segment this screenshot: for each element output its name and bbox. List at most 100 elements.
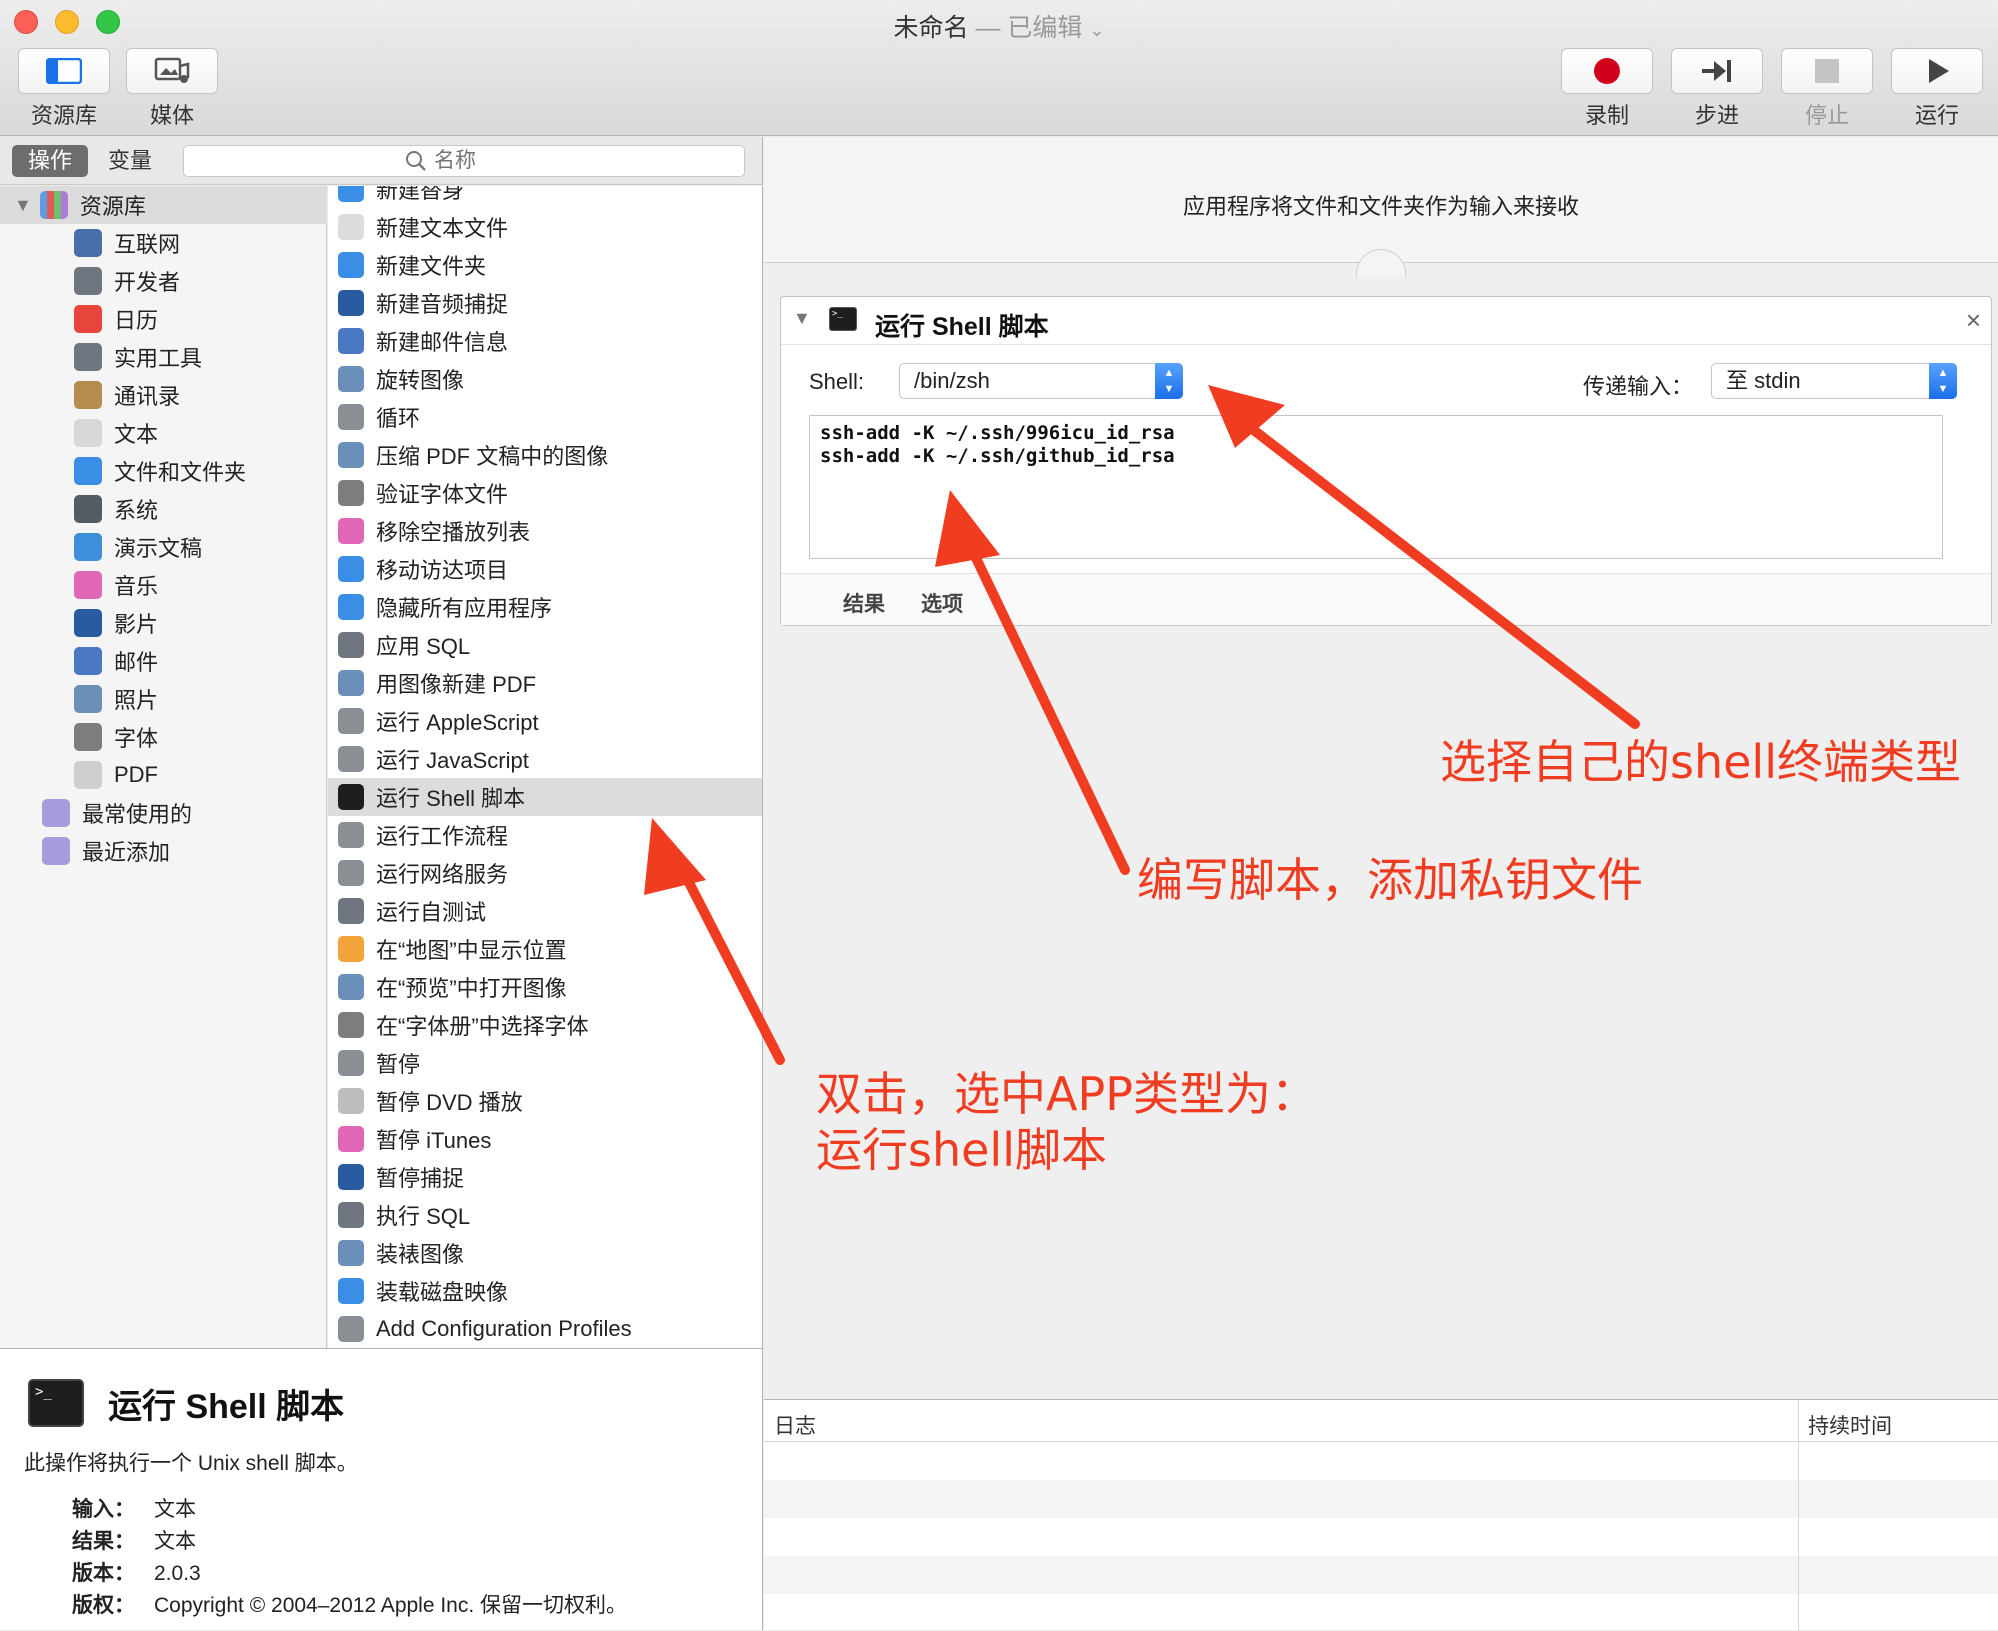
action-item[interactable]: 暂停捕捉 [328,1158,762,1196]
library-item[interactable]: 音乐 [0,566,327,604]
title-toolbar: 未命名 — 已编辑 ⌄ 资源库 媒体 录制 步进 停止 运行 [0,0,1998,136]
action-card-header: ▼ >_ 运行 Shell 脚本 × [781,297,1991,345]
record-button[interactable] [1561,48,1653,94]
action-item[interactable]: 隐藏所有应用程序 [328,588,762,626]
smart-group-item[interactable]: 最常使用的 [0,794,327,832]
options-tab[interactable]: 选项 [921,588,963,618]
disclosure-triangle-icon[interactable]: ▼ [14,195,32,216]
action-item[interactable]: 在“预览”中打开图像 [328,968,762,1006]
tools-icon [74,343,102,371]
action-item[interactable]: 装载磁盘映像 [328,1272,762,1310]
action-item[interactable]: 旋转图像 [328,360,762,398]
library-item[interactable]: 字体 [0,718,327,756]
action-item[interactable]: 运行自测试 [328,892,762,930]
smart-group-item[interactable]: 最近添加 [0,832,327,870]
action-item[interactable]: 应用 SQL [328,626,762,664]
stop-button[interactable] [1781,48,1873,94]
chevron-down-icon[interactable]: ⌄ [1089,20,1104,40]
action-item[interactable]: 新建文本文件 [328,208,762,246]
action-item[interactable]: 新建替身 [328,186,762,208]
action-item-label: 运行工作流程 [376,824,509,849]
log-table: 日志 持续时间 [764,1399,1998,1631]
log-column-header[interactable]: 日志 [774,1410,816,1440]
itunes-icon [338,518,364,544]
terminal-icon: >_ [829,307,857,331]
column-divider[interactable] [1798,1400,1799,1631]
action-item[interactable]: 验证字体文件 [328,474,762,512]
library-item[interactable]: PDF [0,756,327,794]
action-item[interactable]: 运行工作流程 [328,816,762,854]
action-item[interactable]: 新建文件夹 [328,246,762,284]
action-item[interactable]: 用图像新建 PDF [328,664,762,702]
library-item[interactable]: 文件和文件夹 [0,452,327,490]
run-shell-script-action[interactable]: ▼ >_ 运行 Shell 脚本 × Shell: /bin/zsh ▲ ▼ 传递… [780,296,1992,626]
media-button[interactable] [126,48,218,94]
action-item-label: 在“地图”中显示位置 [376,938,567,963]
step-button[interactable] [1671,48,1763,94]
preview-icon [338,366,364,392]
quicktime-icon [74,609,102,637]
library-item[interactable]: 开发者 [0,262,327,300]
library-root-label: 资源库 [79,194,146,219]
action-item[interactable]: 在“字体册”中选择字体 [328,1006,762,1044]
action-item[interactable]: 暂停 iTunes [328,1120,762,1158]
pass-input-popup[interactable]: 至 stdin ▲ ▼ [1711,363,1957,399]
tab-actions[interactable]: 操作 [12,145,88,177]
action-item[interactable]: 暂停 [328,1044,762,1082]
font-book-icon [338,480,364,506]
tools-icon [74,267,102,295]
search-field[interactable] [183,145,745,177]
action-item-label: 在“字体册”中选择字体 [376,1014,589,1039]
results-tab[interactable]: 结果 [843,588,885,618]
input-value: 文本 [154,1498,196,1521]
duration-column-header[interactable]: 持续时间 [1808,1410,1892,1440]
library-item[interactable]: 邮件 [0,642,327,680]
action-item[interactable]: 执行 SQL [328,1196,762,1234]
library-root[interactable]: ▼ 资源库 [0,186,327,224]
tab-variables[interactable]: 变量 [92,145,168,177]
library-item[interactable]: 演示文稿 [0,528,327,566]
library-item[interactable]: 互联网 [0,224,327,262]
action-item-label: 运行 AppleScript [376,710,539,735]
annotation-double-click-1: 双击，选中APP类型为： [816,1067,1317,1121]
automator-window: 未命名 — 已编辑 ⌄ 资源库 媒体 录制 步进 停止 运行 操作 变量 名称 … [0,0,1998,1631]
action-item[interactable]: 运行 Shell 脚本 [328,778,762,816]
automator-icon [338,708,364,734]
action-item[interactable]: 运行 JavaScript [328,740,762,778]
action-item[interactable]: 运行 AppleScript [328,702,762,740]
library-item[interactable]: 通讯录 [0,376,327,414]
search-input[interactable] [434,149,524,173]
library-item[interactable]: 日历 [0,300,327,338]
action-item-label: 运行 Shell 脚本 [376,786,526,811]
action-item-label: 新建音频捕捉 [376,292,509,317]
action-item[interactable]: 运行网络服务 [328,854,762,892]
action-item[interactable]: 暂停 DVD 播放 [328,1082,762,1120]
finder-icon [338,1278,364,1304]
shell-popup[interactable]: /bin/zsh ▲ ▼ [899,363,1183,399]
library-item[interactable]: 照片 [0,680,327,718]
annotation-shell-type: 选择自己的shell终端类型 [1440,735,1961,789]
action-item[interactable]: 装裱图像 [328,1234,762,1272]
library-item-label: PDF [114,762,158,787]
pass-input-popup-value: 至 stdin [1726,368,1801,393]
library-toggle-button[interactable] [18,48,110,94]
library-item[interactable]: 影片 [0,604,327,642]
shell-label: Shell: [809,369,865,394]
close-icon[interactable]: × [1966,305,1981,336]
smart-group-label: 最常使用的 [82,802,193,827]
action-item[interactable]: 循环 [328,398,762,436]
library-item[interactable]: 系统 [0,490,327,528]
action-item[interactable]: 新建音频捕捉 [328,284,762,322]
itunes-icon [338,1126,364,1152]
action-item[interactable]: 新建邮件信息 [328,322,762,360]
run-button[interactable] [1891,48,1983,94]
action-item[interactable]: 在“地图”中显示位置 [328,930,762,968]
disclosure-triangle-icon[interactable]: ▼ [793,308,811,329]
library-item[interactable]: 文本 [0,414,327,452]
script-editor[interactable]: ssh-add -K ~/.ssh/996icu_id_rsa ssh-add … [809,415,1943,559]
action-item[interactable]: 移除空播放列表 [328,512,762,550]
action-item[interactable]: Add Configuration Profiles [328,1310,762,1348]
action-item[interactable]: 压缩 PDF 文稿中的图像 [328,436,762,474]
action-item[interactable]: 移动访达项目 [328,550,762,588]
library-item[interactable]: 实用工具 [0,338,327,376]
